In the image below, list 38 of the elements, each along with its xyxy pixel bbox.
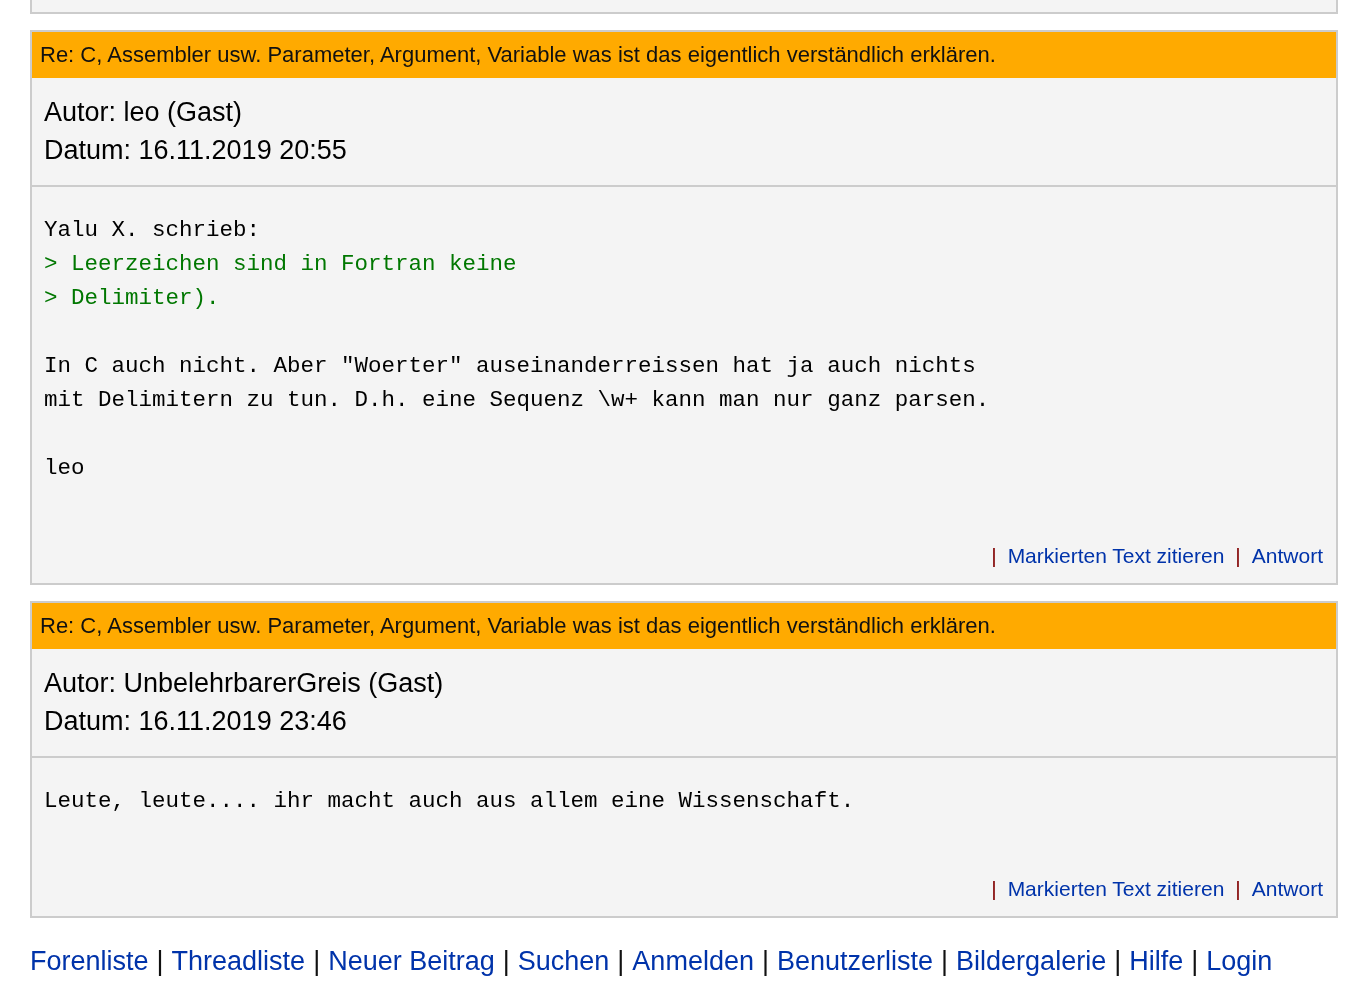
nav-link[interactable]: Threadliste bbox=[171, 944, 306, 978]
message-text-line: Yalu X. schrieb: bbox=[44, 216, 261, 245]
separator: | bbox=[991, 876, 997, 902]
message-text-line: leo bbox=[44, 454, 85, 483]
nav-link[interactable]: Suchen bbox=[517, 944, 610, 978]
quoted-text-line: > Leerzeichen sind in Fortran keine bbox=[44, 250, 517, 279]
post-author: Autor: UnbelehrbarerGreis (Gast) bbox=[44, 667, 444, 700]
nav-link[interactable]: Hilfe bbox=[1129, 944, 1184, 978]
nav-link[interactable]: Login bbox=[1206, 944, 1273, 978]
separator: | bbox=[1235, 543, 1241, 569]
post-date: Datum: 16.11.2019 23:46 bbox=[44, 705, 347, 738]
post-date: Datum: 16.11.2019 20:55 bbox=[44, 134, 347, 167]
separator: | bbox=[991, 543, 997, 569]
separator: | bbox=[156, 945, 164, 978]
separator: | bbox=[502, 945, 510, 978]
separator: | bbox=[941, 945, 949, 978]
quoted-text-line: > Delimiter). bbox=[44, 284, 220, 313]
post-author: Autor: leo (Gast) bbox=[44, 96, 243, 129]
post-action-link[interactable]: Markierten Text zitieren bbox=[1007, 542, 1225, 570]
post-title: Re: C, Assembler usw. Parameter, Argument, Variable was ist das eigentlich verständlich erklären. bbox=[32, 32, 1336, 78]
message-text-line: mit Delimitern zu tun. D.h. eine Sequenz \w+ kann man nur ganz parsen. bbox=[44, 386, 990, 415]
message-text-line: Leute, leute.... ihr macht auch aus allem eine Wissenschaft. bbox=[44, 787, 855, 816]
post-action-link[interactable]: Markierten Text zitieren bbox=[1007, 875, 1225, 903]
separator: | bbox=[617, 945, 625, 978]
post-action-link[interactable]: Antwort bbox=[1251, 542, 1323, 570]
nav-link[interactable]: Benutzerliste bbox=[776, 944, 934, 978]
separator: | bbox=[313, 945, 321, 978]
message-text-line: In C auch nicht. Aber "Woerter" auseinanderreissen hat ja auch nichts bbox=[44, 352, 976, 381]
nav-link[interactable]: Forenliste bbox=[30, 944, 149, 978]
separator: | bbox=[761, 945, 769, 978]
separator: | bbox=[1235, 876, 1241, 902]
nav-link[interactable]: Neuer Beitrag bbox=[328, 944, 495, 978]
nav-link[interactable]: Bildergalerie bbox=[956, 944, 1107, 978]
separator: | bbox=[1114, 945, 1122, 978]
post-title: Re: C, Assembler usw. Parameter, Argument, Variable was ist das eigentlich verständlich erklären. bbox=[32, 603, 1336, 649]
post-action-link[interactable]: Antwort bbox=[1251, 875, 1323, 903]
nav-link[interactable]: Anmelden bbox=[632, 944, 754, 978]
separator: | bbox=[1191, 945, 1199, 978]
